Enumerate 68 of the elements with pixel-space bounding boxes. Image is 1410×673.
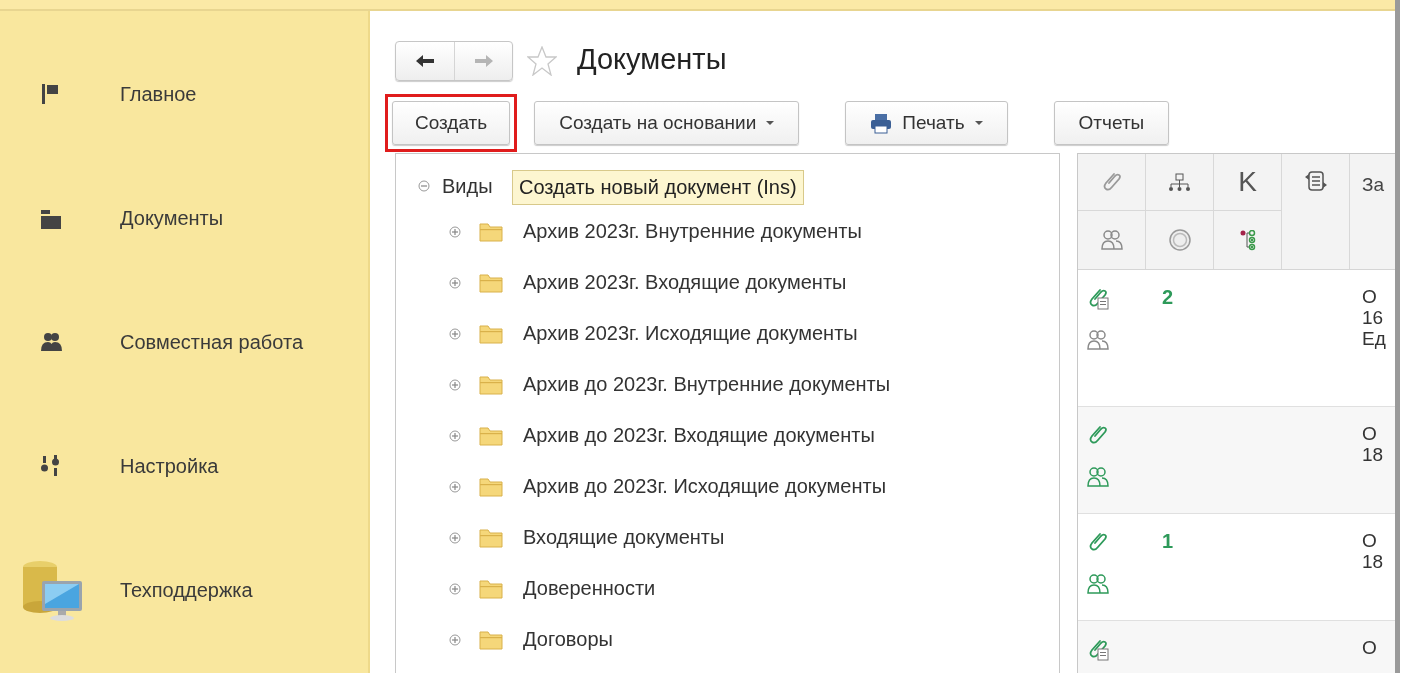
expand-icon[interactable] — [449, 276, 461, 289]
folder-icon — [479, 425, 503, 446]
database-computer-icon — [20, 559, 84, 621]
hierarchy-icon — [1168, 172, 1191, 192]
folder-icon — [479, 272, 503, 293]
tree-item[interactable]: Доверенности — [523, 577, 656, 600]
folder-icon — [479, 578, 503, 599]
tree-dots-icon — [1239, 229, 1256, 251]
sliders-icon — [40, 455, 60, 477]
star-icon[interactable] — [527, 46, 557, 76]
table-cell-text: О — [1362, 423, 1378, 444]
folder-icon — [479, 629, 503, 650]
printer-icon — [870, 112, 893, 134]
toolbar-button[interactable]: Отчеты — [1053, 101, 1170, 145]
column-header: За — [1362, 174, 1385, 196]
expand-icon[interactable] — [449, 582, 461, 595]
expand-icon[interactable] — [449, 327, 461, 340]
tree-item[interactable]: Архив до 2023г. Внутренние документы — [523, 373, 891, 396]
tree-item[interactable]: Виды — [442, 174, 493, 198]
tree-item[interactable]: Архив 2023г. Исходящие документы — [523, 322, 858, 345]
right-arrow-icon — [473, 54, 494, 68]
table-cell-text: Ед — [1362, 328, 1387, 349]
table-cell-text: О — [1362, 637, 1378, 658]
column-header: K — [1238, 166, 1257, 198]
tree-item[interactable]: Входящие документы — [523, 526, 725, 549]
people-icon — [40, 331, 64, 353]
caret-icon — [974, 121, 983, 125]
people-icon — [1099, 228, 1124, 252]
table-cell-text: О — [1362, 530, 1378, 551]
tree-item[interactable]: Архив 2023г. Внутренние документы — [523, 220, 862, 243]
sidebar-item[interactable]: Главное — [0, 57, 368, 131]
folder-icon — [479, 374, 503, 395]
table-cell-text: О — [1362, 286, 1378, 307]
sidebar-item[interactable]: Настройка — [0, 429, 368, 503]
caret-icon — [766, 121, 775, 125]
folder-icon — [479, 221, 503, 242]
count-text: 2 — [1162, 286, 1174, 309]
tree-item[interactable]: Договоры — [523, 628, 613, 651]
table-cell-text: 16 — [1362, 307, 1385, 328]
tree-item[interactable]: Архив до 2023г. Исходящие документы — [523, 475, 887, 498]
left-arrow-icon — [415, 54, 435, 68]
tree-item[interactable]: Архив до 2023г. Входящие документы — [523, 424, 875, 447]
expand-icon[interactable] — [449, 633, 461, 646]
table-cell-text: 18 — [1362, 551, 1385, 572]
flag-icon — [40, 83, 60, 105]
page-title: Документы — [577, 42, 727, 76]
folder-icon — [479, 476, 503, 497]
tooltip: Создать новый документ (Ins) — [512, 170, 804, 205]
tree-item[interactable]: Архив 2023г. Входящие документы — [523, 271, 847, 294]
expand-icon[interactable] — [449, 531, 461, 544]
toolbar-button[interactable]: Печать — [845, 101, 1008, 145]
sort-list-icon — [1303, 170, 1328, 192]
count-text: 1 — [1162, 530, 1174, 553]
folder-icon — [479, 323, 503, 344]
sidebar-item[interactable]: Техподдержка — [0, 553, 368, 627]
table-cell-text: 18 — [1362, 444, 1385, 465]
expand-icon[interactable] — [449, 429, 461, 442]
sidebar-item[interactable]: Документы — [0, 181, 368, 255]
folder-icon — [479, 527, 503, 548]
expand-icon[interactable] — [449, 480, 461, 493]
toolbar-button[interactable]: Создать на основании — [534, 101, 800, 145]
expand-icon[interactable] — [449, 378, 461, 391]
sidebar-item[interactable]: Совместная работа — [0, 305, 368, 379]
toolbar-button[interactable]: Создать — [392, 101, 511, 145]
circle-icon — [1168, 229, 1191, 251]
collapse-icon[interactable] — [418, 180, 430, 192]
expand-icon[interactable] — [449, 225, 461, 238]
folder-icon — [40, 207, 62, 229]
